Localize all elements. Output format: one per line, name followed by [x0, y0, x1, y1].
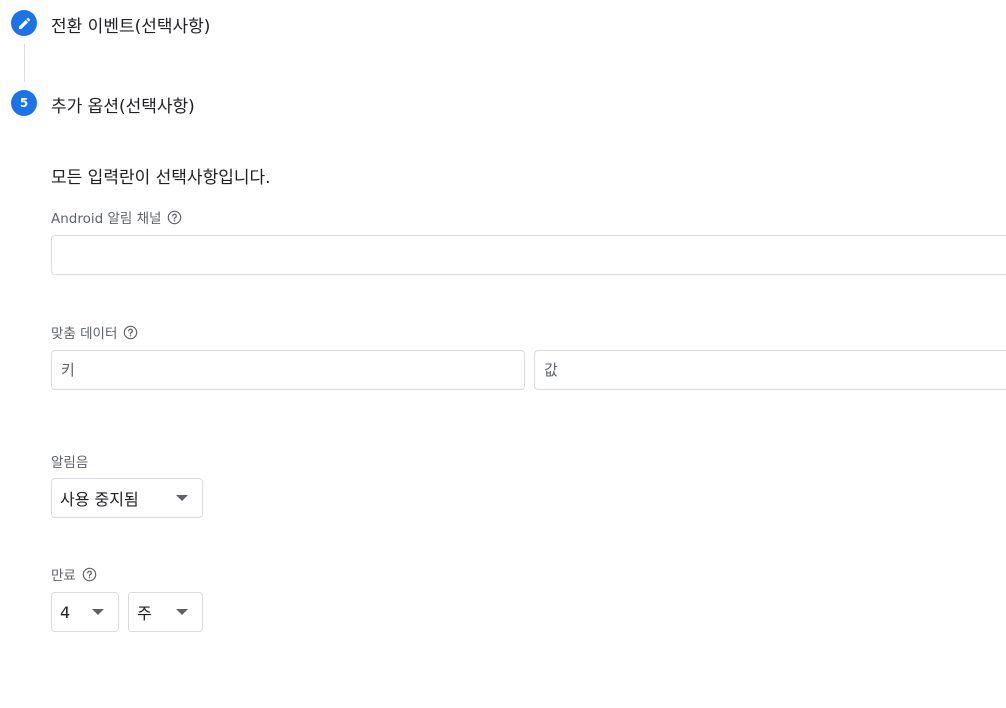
- custom-data-key-input[interactable]: [51, 350, 525, 390]
- expiry-unit-select[interactable]: 주: [128, 592, 203, 632]
- edit-icon: [17, 16, 32, 31]
- step-4-title[interactable]: 전환 이벤트(선택사항): [51, 12, 210, 37]
- sound-label: 알림음: [51, 451, 88, 471]
- sound-label-text: 알림음: [51, 455, 89, 471]
- dropdown-arrow-icon: [92, 609, 104, 615]
- custom-data-value-input[interactable]: [534, 350, 1006, 390]
- help-icon[interactable]: [82, 567, 97, 582]
- sound-select-value: 사용 중지됨: [60, 490, 139, 509]
- step-4-indicator: [11, 10, 37, 36]
- optional-fields-notice: 모든 입력란이 선택사항입니다.: [51, 168, 271, 188]
- android-channel-label: Android 알림 채널: [51, 207, 182, 227]
- custom-data-label-text: 맞춤 데이터: [51, 326, 118, 342]
- help-icon[interactable]: [123, 325, 138, 340]
- expiry-unit-value: 주: [137, 604, 152, 623]
- expiry-label: 만료: [51, 564, 97, 584]
- dropdown-arrow-icon: [176, 609, 188, 615]
- custom-data-label: 맞춤 데이터: [51, 322, 138, 342]
- step-5-title[interactable]: 추가 옵션(선택사항): [51, 92, 195, 117]
- sound-select[interactable]: 사용 중지됨: [51, 478, 203, 518]
- dropdown-arrow-icon: [176, 495, 188, 501]
- android-channel-label-text: Android 알림 채널: [51, 211, 162, 227]
- expiry-amount-value: 4: [60, 602, 71, 622]
- help-icon[interactable]: [167, 210, 182, 225]
- step-5-indicator: 5: [11, 90, 37, 116]
- expiry-label-text: 만료: [51, 568, 76, 584]
- expiry-amount-select[interactable]: 4: [51, 592, 119, 632]
- page: 전환 이벤트(선택사항) 5 추가 옵션(선택사항) 모든 입력란이 선택사항입…: [0, 0, 1006, 708]
- step-connector: [24, 44, 25, 82]
- android-channel-input[interactable]: [51, 235, 1006, 275]
